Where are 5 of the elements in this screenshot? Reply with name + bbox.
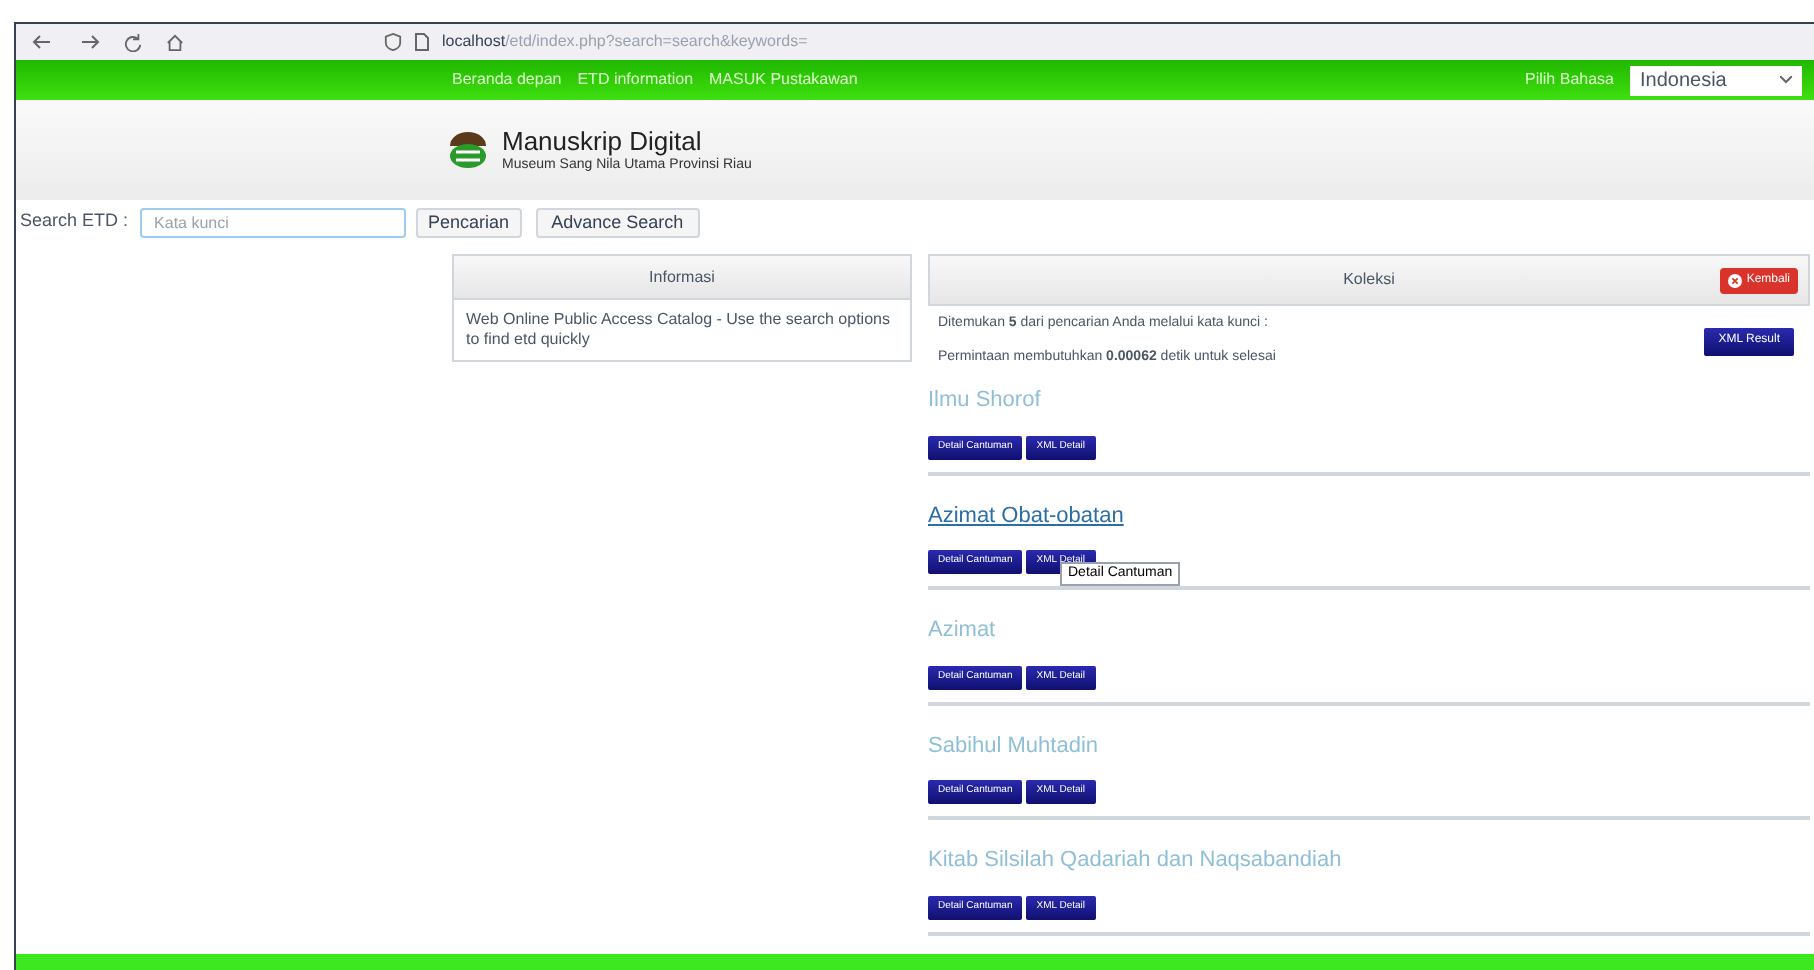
search-label: Search ETD :: [20, 208, 129, 235]
site-title: Manuskrip Digital: [502, 128, 704, 154]
panel-title: Informasi: [454, 256, 910, 300]
language-label: Pilih Bahasa: [1525, 68, 1614, 92]
info-text: Web Online Public Access Catalog - Use the search options to find etd quickly: [464, 308, 892, 352]
